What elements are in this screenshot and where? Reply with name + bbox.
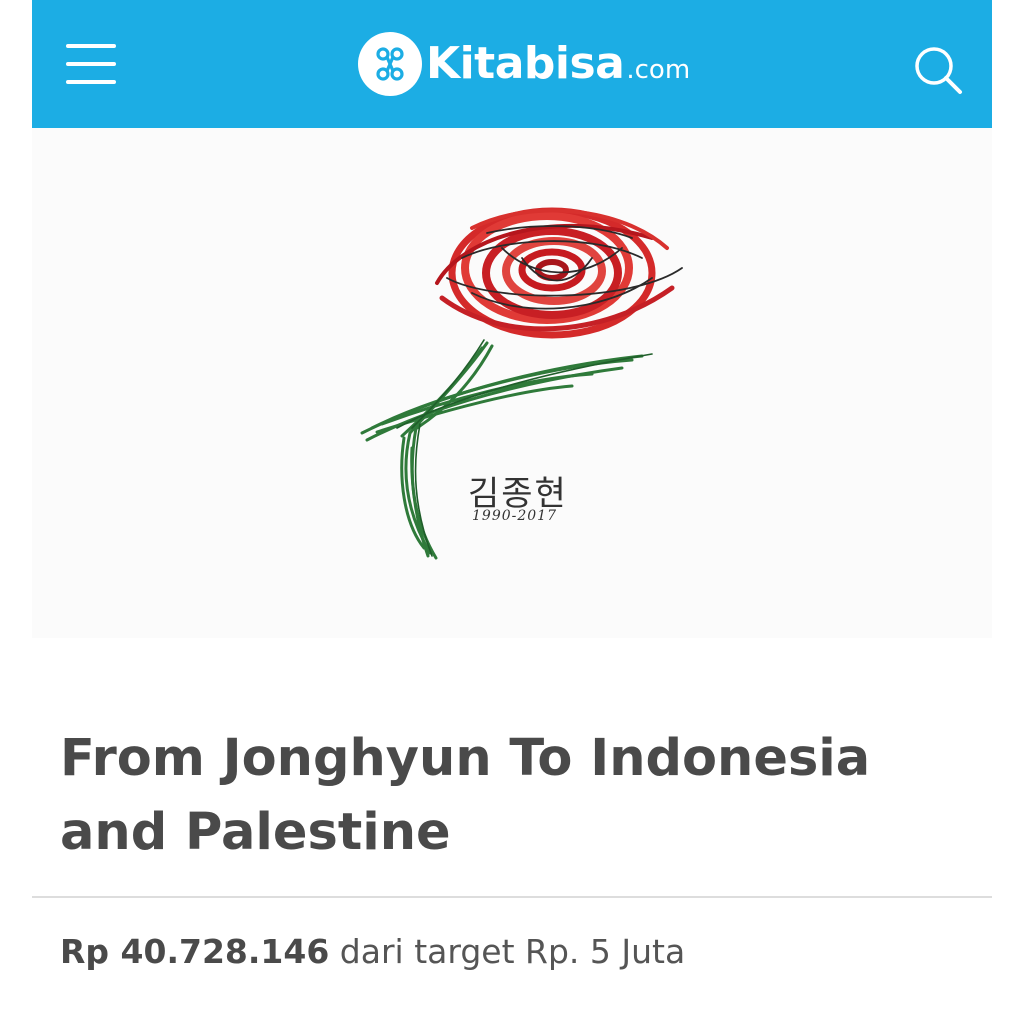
donation-progress: Rp 40.728.146 dari target Rp. 5 Juta — [60, 932, 685, 971]
app-frame: Kitabisa .com 김종현 1990-2017 From Jonghyu… — [32, 0, 992, 1024]
brand-logo[interactable]: Kitabisa .com — [358, 30, 690, 98]
kitabisa-logo-icon — [358, 32, 422, 96]
campaign-image[interactable]: 김종현 1990-2017 — [32, 128, 992, 638]
rose-illustration — [360, 207, 683, 560]
search-icon[interactable] — [910, 42, 966, 98]
hamburger-menu-icon[interactable] — [66, 40, 118, 88]
header-bar: Kitabisa .com — [32, 0, 992, 128]
memorial-years: 1990-2017 — [472, 508, 557, 524]
campaign-title[interactable]: From Jonghyun To Indonesia and Palestine — [60, 722, 960, 870]
brand-name: Kitabisa — [426, 38, 625, 89]
divider — [32, 896, 992, 898]
raised-amount: Rp 40.728.146 — [60, 932, 330, 971]
brand-tld: .com — [626, 55, 691, 85]
target-text: dari target Rp. 5 Juta — [339, 932, 686, 971]
